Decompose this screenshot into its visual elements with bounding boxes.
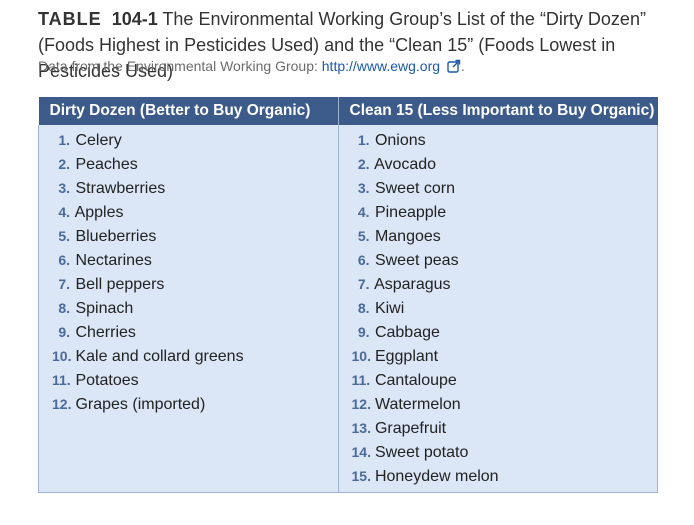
- source-link[interactable]: http://www.ewg.org: [322, 58, 440, 74]
- item-label: Blueberries: [75, 228, 157, 245]
- item-label: Honeydew melon: [374, 468, 499, 485]
- item-number: 2.: [58, 156, 70, 172]
- item-label: Kale and collard greens: [75, 348, 244, 365]
- item-number: 10.: [351, 348, 371, 364]
- item-number: 1.: [58, 132, 70, 148]
- dirty-dozen-item: 8. Spinach: [52, 296, 338, 320]
- item-number: 9.: [58, 324, 70, 340]
- item-label: Celery: [75, 132, 122, 149]
- item-label: Apples: [74, 204, 124, 221]
- item-number: 5.: [58, 228, 70, 244]
- item-number: 10.: [52, 348, 72, 364]
- clean-15-item: 4. Pineapple: [352, 200, 658, 224]
- clean-15-item: 13. Grapefruit: [352, 416, 658, 440]
- table-label: TABLE: [38, 9, 102, 29]
- item-number: 12.: [52, 396, 72, 412]
- dirty-dozen-item: 1. Celery: [52, 128, 338, 152]
- item-number: 6.: [357, 252, 370, 268]
- item-label: Sweet potato: [374, 444, 469, 461]
- item-number: 7.: [357, 276, 370, 292]
- dirty-dozen-item: 9. Cherries: [52, 320, 338, 344]
- item-number: 11.: [52, 372, 71, 388]
- item-label: Watermelon: [374, 396, 461, 413]
- clean-15-item: 14. Sweet potato: [352, 440, 658, 464]
- item-label: Cabbage: [374, 324, 440, 341]
- table-body-row: 1. Celery 2. Peaches 3. Strawberries 4. App…: [38, 125, 658, 493]
- clean-15-item: 15. Honeydew melon: [352, 464, 658, 488]
- item-label: Spinach: [75, 300, 134, 317]
- item-label: Potatoes: [75, 372, 139, 389]
- clean-15-cell: 1. Onions 2. Avocado 3. Sweet corn 4. Pinea…: [338, 125, 658, 493]
- item-number: 9.: [357, 324, 370, 340]
- item-number: 4.: [357, 204, 370, 220]
- table-header-row: Dirty Dozen (Better to Buy Organic) Clea…: [38, 97, 658, 125]
- item-label: Grapes (imported): [75, 396, 206, 413]
- item-number: 3.: [357, 180, 370, 196]
- source-trailing: .: [460, 58, 465, 74]
- clean-15-item: 11. Cantaloupe: [352, 368, 658, 392]
- item-label: Kiwi: [374, 300, 405, 317]
- dirty-dozen-item: 7. Bell peppers: [52, 272, 338, 296]
- item-label: Avocado: [374, 156, 437, 173]
- clean-15-item: 7. Asparagus: [352, 272, 658, 296]
- item-label: Cantaloupe: [374, 372, 457, 389]
- clean-15-list: 1. Onions 2. Avocado 3. Sweet corn 4. Pinea…: [352, 128, 658, 488]
- dirty-dozen-item: 12. Grapes (imported): [52, 392, 338, 416]
- item-number: 3.: [58, 180, 70, 196]
- clean-15-item: 2. Avocado: [352, 152, 658, 176]
- item-number: 8.: [357, 300, 370, 316]
- item-number: 15.: [351, 468, 371, 484]
- item-number: 7.: [58, 276, 70, 292]
- item-number: 5.: [357, 228, 370, 244]
- item-number: 11.: [351, 372, 371, 388]
- clean-15-item: 10. Eggplant: [352, 344, 658, 368]
- header-dirty-dozen: Dirty Dozen (Better to Buy Organic): [38, 97, 339, 125]
- clean-15-item: 1. Onions: [352, 128, 658, 152]
- item-number: 2.: [357, 156, 370, 172]
- clean-15-item: 8. Kiwi: [352, 296, 658, 320]
- item-label: Mangoes: [374, 228, 441, 245]
- item-label: Peaches: [75, 156, 138, 173]
- dirty-dozen-item: 6. Nectarines: [52, 248, 338, 272]
- clean-15-item: 3. Sweet corn: [352, 176, 658, 200]
- dirty-dozen-list: 1. Celery 2. Peaches 3. Strawberries 4. App…: [52, 128, 338, 416]
- item-label: Pineapple: [374, 204, 447, 221]
- item-label: Onions: [374, 132, 426, 149]
- item-label: Eggplant: [374, 348, 439, 365]
- item-number: 12.: [351, 396, 371, 412]
- dirty-dozen-item: 11. Potatoes: [52, 368, 338, 392]
- external-link-icon[interactable]: [447, 59, 461, 77]
- item-label: Cherries: [75, 324, 136, 341]
- clean-15-item: 6. Sweet peas: [352, 248, 658, 272]
- clean-15-item: 12. Watermelon: [352, 392, 658, 416]
- food-pesticide-table: Dirty Dozen (Better to Buy Organic) Clea…: [38, 97, 658, 493]
- source-note: Data from the Environmental Working Grou…: [38, 57, 465, 77]
- item-label: Bell peppers: [75, 276, 165, 293]
- source-text: Data from the Environmental Working Grou…: [38, 58, 318, 74]
- item-number: 4.: [58, 204, 70, 220]
- header-clean-15: Clean 15 (Less Important to Buy Organic): [338, 97, 658, 125]
- item-number: 14.: [351, 444, 371, 460]
- dirty-dozen-item: 10. Kale and collard greens: [52, 344, 338, 368]
- item-number: 8.: [58, 300, 70, 316]
- clean-15-item: 9. Cabbage: [352, 320, 658, 344]
- dirty-dozen-item: 5. Blueberries: [52, 224, 338, 248]
- item-label: Grapefruit: [374, 420, 447, 437]
- dirty-dozen-item: 4. Apples: [52, 200, 338, 224]
- dirty-dozen-cell: 1. Celery 2. Peaches 3. Strawberries 4. App…: [38, 125, 339, 493]
- clean-15-item: 5. Mangoes: [352, 224, 658, 248]
- item-label: Sweet peas: [374, 252, 459, 269]
- item-label: Nectarines: [75, 252, 152, 269]
- table-number: 104-1: [111, 9, 158, 29]
- dirty-dozen-item: 3. Strawberries: [52, 176, 338, 200]
- dirty-dozen-item: 2. Peaches: [52, 152, 338, 176]
- item-number: 1.: [357, 132, 370, 148]
- item-label: Sweet corn: [374, 180, 455, 197]
- item-number: 13.: [351, 420, 371, 436]
- item-label: Asparagus: [374, 276, 451, 293]
- item-label: Strawberries: [75, 180, 166, 197]
- item-number: 6.: [58, 252, 70, 268]
